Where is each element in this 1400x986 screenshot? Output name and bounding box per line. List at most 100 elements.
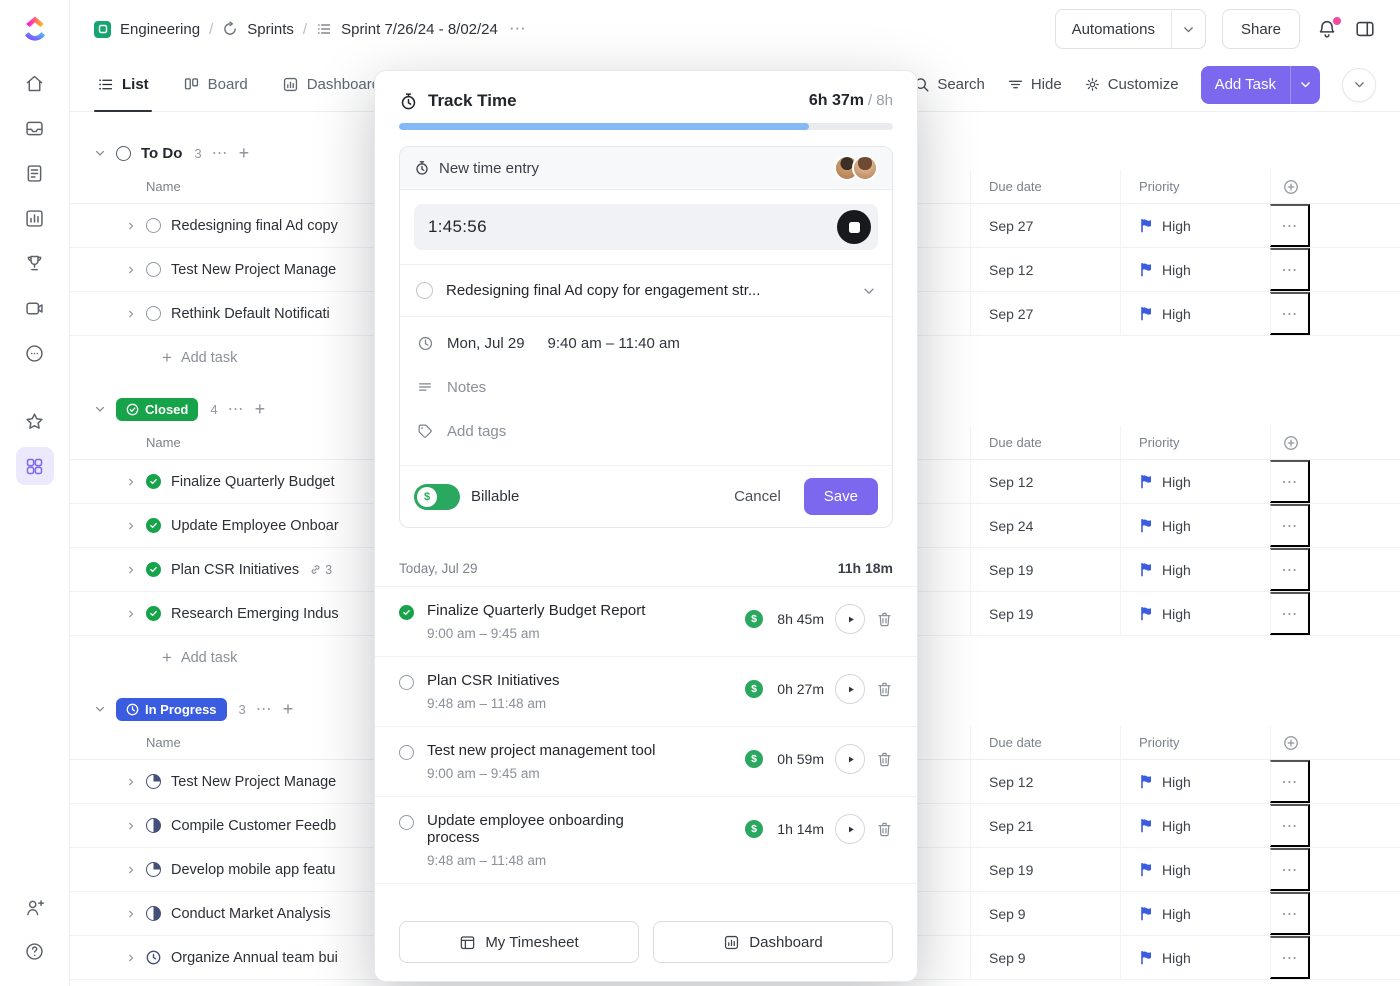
share-button[interactable]: Share xyxy=(1222,9,1300,49)
play-button[interactable] xyxy=(835,814,865,844)
in-progress-status-badge[interactable]: In Progress xyxy=(116,698,227,721)
task-radio-icon[interactable] xyxy=(416,282,433,299)
expand-task-chevron[interactable] xyxy=(126,953,136,963)
status-in-progress-icon[interactable] xyxy=(146,862,161,877)
status-open-icon[interactable] xyxy=(399,675,414,690)
add-task-chevron[interactable] xyxy=(1290,66,1320,104)
date-time-field[interactable]: Mon, Jul 29 9:40 am – 11:40 am xyxy=(416,321,876,365)
status-closed-icon[interactable] xyxy=(146,518,161,533)
priority-cell[interactable]: High xyxy=(1120,804,1270,847)
toggle-panel-button[interactable] xyxy=(1354,18,1376,40)
priority-cell[interactable]: High xyxy=(1120,248,1270,291)
sidebar-item-apps[interactable] xyxy=(16,447,54,485)
sidebar-item-inbox[interactable] xyxy=(16,109,54,147)
priority-cell[interactable]: High xyxy=(1120,504,1270,547)
sidebar-item-invite[interactable] xyxy=(16,888,54,926)
status-open-icon[interactable] xyxy=(399,815,414,830)
sidebar-item-chat[interactable] xyxy=(16,334,54,372)
breadcrumb-sprint[interactable]: Sprint 7/26/24 - 8/02/24 xyxy=(341,21,498,38)
status-closed-icon[interactable] xyxy=(146,474,161,489)
due-date-cell[interactable]: Sep 9 xyxy=(970,892,1120,935)
clickup-logo[interactable] xyxy=(20,14,50,44)
automations-button[interactable]: Automations xyxy=(1056,10,1171,48)
priority-cell[interactable]: High xyxy=(1120,592,1270,635)
space-avatar[interactable] xyxy=(94,21,111,38)
expand-task-chevron[interactable] xyxy=(126,909,136,919)
task-menu-button[interactable]: ⋯ xyxy=(1270,460,1310,503)
due-date-cell[interactable]: Sep 12 xyxy=(970,460,1120,503)
billable-toggle[interactable]: $ xyxy=(414,484,460,510)
search-button[interactable]: Search xyxy=(913,76,985,93)
due-date-cell[interactable]: Sep 27 xyxy=(970,204,1120,247)
group-collapse-chevron[interactable] xyxy=(94,147,106,159)
tab-dashboard[interactable]: Dashboard xyxy=(279,58,383,111)
add-column-button[interactable] xyxy=(1270,170,1310,203)
time-entry-row[interactable]: Plan CSR Initiatives 9:48 am – 11:48 am … xyxy=(375,657,917,727)
due-date-cell[interactable]: Sep 24 xyxy=(970,504,1120,547)
hide-button[interactable]: Hide xyxy=(1007,76,1062,93)
priority-cell[interactable]: High xyxy=(1120,460,1270,503)
status-in-progress-icon[interactable] xyxy=(146,906,161,921)
task-menu-button[interactable]: ⋯ xyxy=(1270,936,1310,979)
breadcrumb-more-button[interactable]: ⋯ xyxy=(509,19,526,39)
delete-entry-button[interactable] xyxy=(876,611,893,628)
add-column-button[interactable] xyxy=(1270,426,1310,459)
expand-task-chevron[interactable] xyxy=(126,821,136,831)
priority-cell[interactable]: High xyxy=(1120,548,1270,591)
chevron-down-icon[interactable] xyxy=(862,284,876,298)
column-priority[interactable]: Priority xyxy=(1120,170,1270,203)
stop-timer-button[interactable] xyxy=(837,210,871,244)
expand-task-chevron[interactable] xyxy=(126,221,136,231)
expand-task-chevron[interactable] xyxy=(126,865,136,875)
task-menu-button[interactable]: ⋯ xyxy=(1270,892,1310,935)
entry-time-range[interactable]: 9:40 am – 11:40 am xyxy=(548,335,680,352)
column-priority[interactable]: Priority xyxy=(1120,426,1270,459)
group-collapse-chevron[interactable] xyxy=(94,703,106,715)
sidebar-item-clips[interactable] xyxy=(16,289,54,327)
collapse-view-button[interactable] xyxy=(1342,68,1376,102)
due-date-cell[interactable]: Sep 12 xyxy=(970,248,1120,291)
due-date-cell[interactable]: Sep 12 xyxy=(970,760,1120,803)
group-menu-button[interactable]: ⋯ xyxy=(228,399,245,419)
breadcrumb-sprints[interactable]: Sprints xyxy=(247,21,294,38)
column-priority[interactable]: Priority xyxy=(1120,726,1270,759)
sidebar-item-favorites[interactable] xyxy=(16,402,54,440)
sidebar-item-goals[interactable] xyxy=(16,244,54,282)
column-due-date[interactable]: Due date xyxy=(970,726,1120,759)
delete-entry-button[interactable] xyxy=(876,751,893,768)
play-button[interactable] xyxy=(835,604,865,634)
status-closed-icon[interactable] xyxy=(146,562,161,577)
entry-date[interactable]: Mon, Jul 29 xyxy=(447,335,525,352)
column-due-date[interactable]: Due date xyxy=(970,426,1120,459)
tab-board[interactable]: Board xyxy=(180,58,251,111)
expand-task-chevron[interactable] xyxy=(126,521,136,531)
due-date-cell[interactable]: Sep 27 xyxy=(970,292,1120,335)
group-collapse-chevron[interactable] xyxy=(94,403,106,415)
status-in-progress-icon[interactable] xyxy=(146,774,161,789)
task-menu-button[interactable]: ⋯ xyxy=(1270,204,1310,247)
avatar[interactable] xyxy=(852,155,878,181)
status-todo-icon[interactable] xyxy=(146,262,161,277)
task-menu-button[interactable]: ⋯ xyxy=(1270,504,1310,547)
delete-entry-button[interactable] xyxy=(876,681,893,698)
priority-cell[interactable]: High xyxy=(1120,936,1270,979)
sidebar-item-dashboards[interactable] xyxy=(16,199,54,237)
add-column-button[interactable] xyxy=(1270,726,1310,759)
group-add-button[interactable]: + xyxy=(255,400,266,418)
due-date-cell[interactable]: Sep 19 xyxy=(970,592,1120,635)
add-task-button[interactable]: Add Task xyxy=(1201,66,1320,104)
task-menu-button[interactable]: ⋯ xyxy=(1270,548,1310,591)
delete-entry-button[interactable] xyxy=(876,821,893,838)
due-date-cell[interactable]: Sep 21 xyxy=(970,804,1120,847)
due-date-cell[interactable]: Sep 19 xyxy=(970,848,1120,891)
status-todo-icon[interactable] xyxy=(146,306,161,321)
status-in-progress-icon[interactable] xyxy=(146,818,161,833)
status-closed-icon[interactable] xyxy=(146,606,161,621)
task-menu-button[interactable]: ⋯ xyxy=(1270,760,1310,803)
save-button[interactable]: Save xyxy=(804,478,878,515)
timer-display[interactable]: 1:45:56 xyxy=(414,204,878,250)
my-timesheet-button[interactable]: My Timesheet xyxy=(399,921,639,963)
automations-chevron-button[interactable] xyxy=(1171,10,1205,48)
play-button[interactable] xyxy=(835,744,865,774)
due-date-cell[interactable]: Sep 9 xyxy=(970,936,1120,979)
